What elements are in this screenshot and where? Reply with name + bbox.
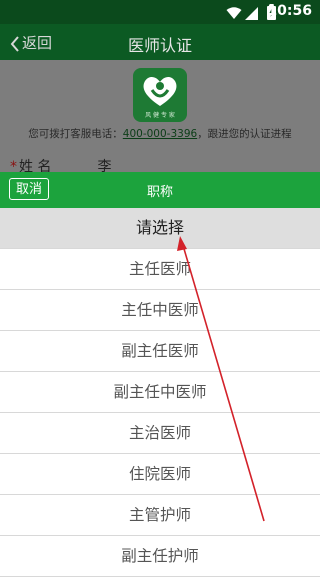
option-item-selected[interactable]: 请选择 [0,208,320,249]
title-bar: 返回 医师认证 [0,24,320,60]
clock: 10:56 [267,3,312,19]
option-item[interactable]: 副主任医师 [0,331,320,372]
app-logo: 风 健 专 家 [133,68,187,122]
picker-title: 职称 [146,185,173,200]
page-title: 医师认证 [127,36,192,55]
status-bar: 10:56 [0,0,320,24]
heart-logo-icon [143,76,177,106]
option-item[interactable]: 副主任护师 [0,536,320,577]
option-item[interactable]: 副主任中医师 [0,372,320,413]
signal-icon [245,5,258,24]
option-item[interactable]: 主任医师 [0,249,320,290]
hotline-text: 您可拨打客服电话：400-000-3396，跟进您的认证进程 [0,126,320,141]
logo-caption: 风 健 专 家 [145,112,175,119]
wifi-icon [226,5,242,24]
option-item[interactable]: 主治医师 [0,413,320,454]
title-options-list[interactable]: 请选择 主任医师 主任中医师 副主任医师 副主任中医师 主治医师 住院医师 主管… [0,208,320,577]
option-item[interactable]: 住院医师 [0,454,320,495]
option-item[interactable]: 主管护师 [0,495,320,536]
page-body-overlay: 风 健 专 家 您可拨打客服电话：400-000-3396，跟进您的认证进程 *… [0,60,320,175]
option-item[interactable]: 主任中医师 [0,290,320,331]
picker-header: 取消 职称 [0,172,320,208]
hotline-prefix: 您可拨打客服电话： [28,128,123,140]
hotline-number-link[interactable]: 400-000-3396 [123,128,197,140]
hotline-suffix: ，跟进您的认证进程 [197,128,292,140]
